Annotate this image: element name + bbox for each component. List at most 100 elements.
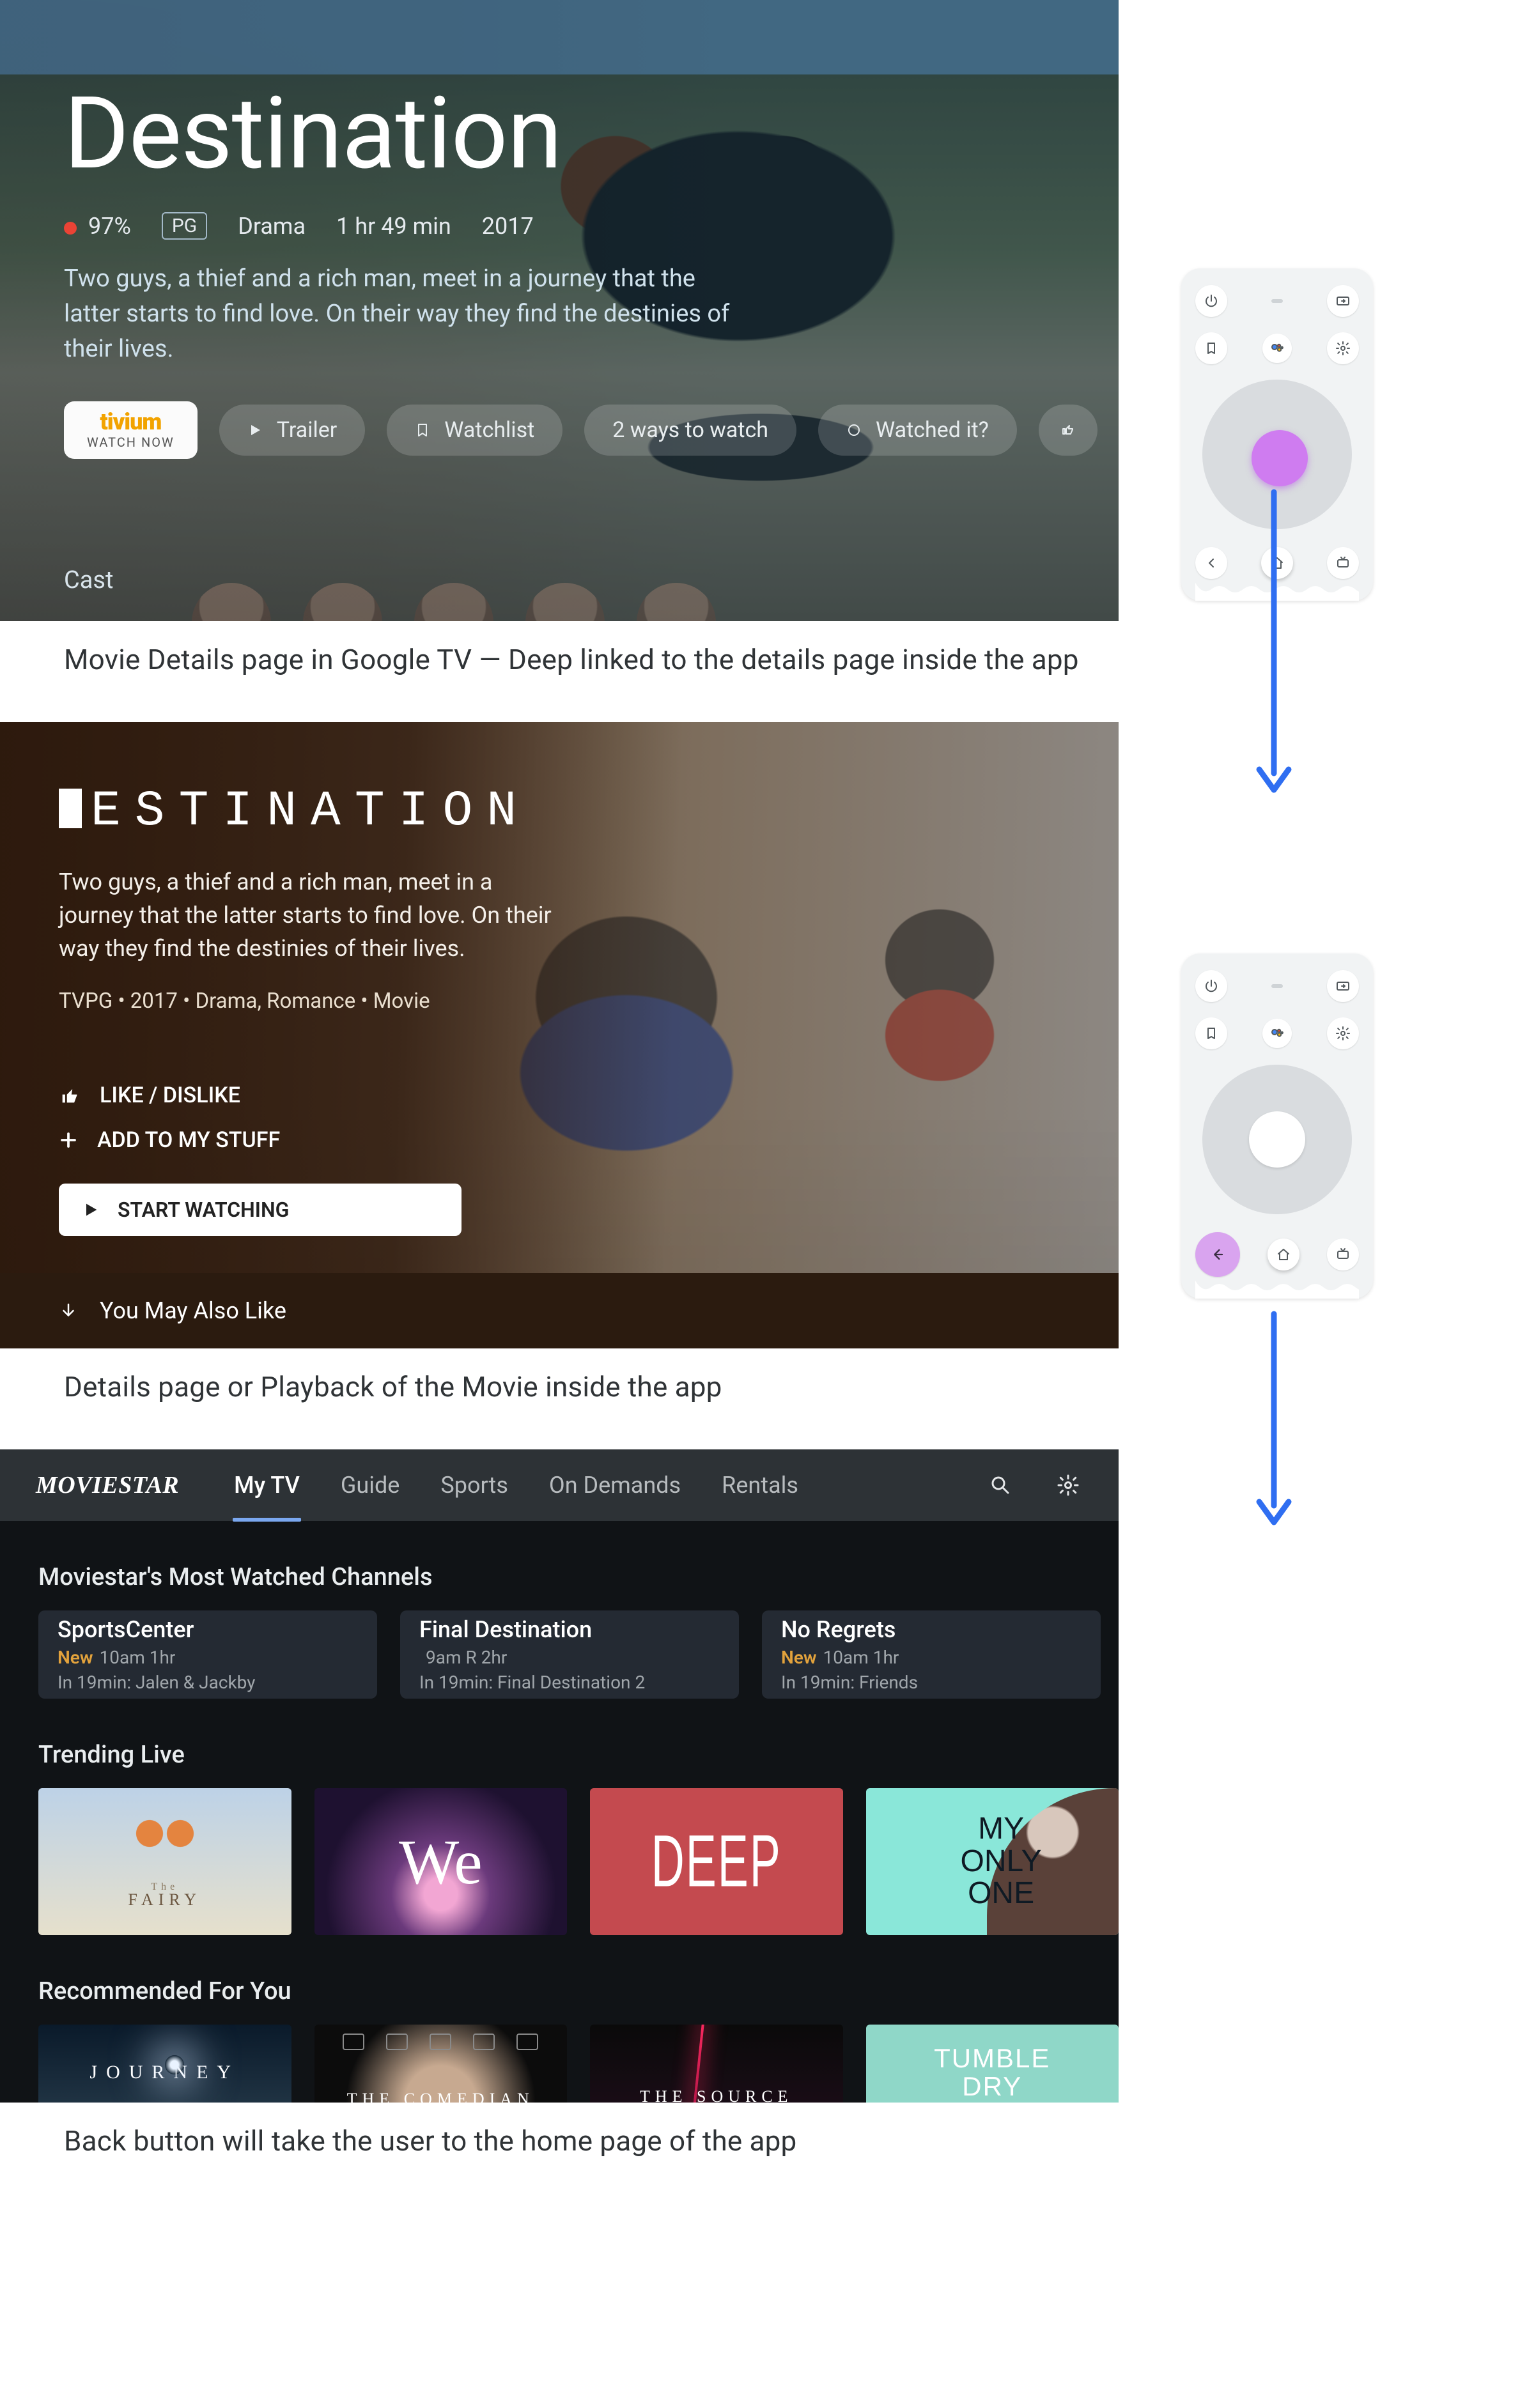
in-app-details-panel: ESTINATION Two guys, a thief and a rich … xyxy=(0,722,1119,1348)
dpad-center-button[interactable] xyxy=(1252,430,1308,486)
play-icon xyxy=(82,1201,100,1219)
power-button[interactable] xyxy=(1195,285,1227,317)
bookmark-button[interactable] xyxy=(1195,1017,1227,1049)
show-tile[interactable]: JOURNEY xyxy=(38,2025,291,2103)
avatar[interactable] xyxy=(414,583,493,621)
show-tile[interactable]: THE SOURCE xyxy=(590,2025,843,2103)
rating-strip xyxy=(314,2034,568,2050)
channel-card[interactable]: SportsCenter New10am 1hr In 19min: Jalen… xyxy=(38,1610,377,1699)
section-heading-most-watched: Moviestar's Most Watched Channels xyxy=(0,1521,1119,1610)
thumbs-icon xyxy=(1060,422,1076,438)
watched-label: Watched it? xyxy=(876,417,989,443)
card-line1: New10am 1hr xyxy=(58,1647,358,1668)
audience-score: 97% xyxy=(64,213,131,240)
dpad-center-button[interactable] xyxy=(1249,1111,1305,1168)
card-line1: New10am 1hr xyxy=(781,1647,1082,1668)
card-title: SportsCenter xyxy=(58,1616,358,1643)
power-button[interactable] xyxy=(1195,970,1227,1002)
movie-description: Two guys, a thief and a rich man, meet i… xyxy=(64,261,741,367)
avatar[interactable] xyxy=(303,583,382,621)
trailer-button[interactable]: Trailer xyxy=(219,405,365,456)
back-button[interactable] xyxy=(1195,1232,1240,1277)
you-may-also-like-section[interactable]: You May Also Like xyxy=(0,1273,1119,1348)
recommended-row: JOURNEY THE COMEDIAN THE SOURCE TUMBLE D… xyxy=(0,2025,1119,2103)
watched-it-button[interactable]: Watched it? xyxy=(818,405,1017,456)
tv-button[interactable] xyxy=(1327,1239,1359,1270)
watchlist-label: Watchlist xyxy=(444,417,534,443)
card-line2: In 19min: Final Destination 2 xyxy=(419,1672,720,1693)
thumbs-up-icon xyxy=(59,1084,81,1106)
show-tile[interactable]: We xyxy=(314,1788,568,1935)
start-label: START WATCHING xyxy=(118,1198,289,1222)
card-title: Final Destination xyxy=(419,1616,720,1643)
app-brand: MOVIESTAR xyxy=(36,1471,179,1499)
start-watching-button[interactable]: START WATCHING xyxy=(59,1184,461,1236)
action-row: tivium WATCH NOW Trailer Watchlist 2 way… xyxy=(64,401,1119,459)
show-tile[interactable]: THE COMEDIAN xyxy=(314,2025,568,2103)
tab-sports[interactable]: Sports xyxy=(439,1472,509,1499)
settings-button[interactable] xyxy=(1327,332,1359,364)
show-tile[interactable]: TUMBLE DRY xyxy=(866,2025,1119,2103)
section-heading-trending: Trending Live xyxy=(0,1699,1119,1788)
avatar[interactable] xyxy=(525,583,605,621)
settings-button[interactable] xyxy=(1327,1017,1359,1049)
show-tile[interactable]: DEEP xyxy=(590,1788,843,1935)
ways-label: 2 ways to watch xyxy=(612,417,768,443)
mic-indicator xyxy=(1271,984,1283,988)
channel-cards: SportsCenter New10am 1hr In 19min: Jalen… xyxy=(0,1610,1119,1699)
gear-icon xyxy=(1057,1474,1080,1497)
avatar[interactable] xyxy=(192,583,271,621)
card-title: No Regrets xyxy=(781,1616,1082,1643)
watchlist-button[interactable]: Watchlist xyxy=(387,405,562,456)
top-nav: MOVIESTAR My TV Guide Sports On Demands … xyxy=(0,1449,1119,1521)
card-line2: In 19min: Friends xyxy=(781,1672,1082,1693)
tv-button[interactable] xyxy=(1327,547,1359,579)
remote-edge xyxy=(1195,1281,1359,1299)
section-heading-recommended: Recommended For You xyxy=(0,1935,1119,2025)
movie-title: ESTINATION xyxy=(59,783,1119,840)
more-actions-button[interactable] xyxy=(1039,405,1097,456)
home-button[interactable] xyxy=(1268,1239,1299,1270)
tab-on-demands[interactable]: On Demands xyxy=(548,1472,682,1499)
tab-rentals[interactable]: Rentals xyxy=(720,1472,800,1499)
avatar[interactable] xyxy=(637,583,716,621)
ymal-label: You May Also Like xyxy=(100,1297,286,1324)
back-button[interactable] xyxy=(1195,547,1227,579)
caption-3: Back button will take the user to the ho… xyxy=(0,2103,1520,2203)
channel-card[interactable]: No Regrets New10am 1hr In 19min: Friends xyxy=(762,1610,1101,1699)
bookmark-icon xyxy=(415,422,430,438)
settings-button[interactable] xyxy=(1053,1470,1083,1500)
show-tile[interactable]: TheFAIRY xyxy=(38,1788,291,1935)
tab-guide[interactable]: Guide xyxy=(339,1472,401,1499)
app-home-panel: MOVIESTAR My TV Guide Sports On Demands … xyxy=(0,1449,1119,2103)
cast-section-label[interactable]: Cast xyxy=(64,566,113,594)
cast-avatars xyxy=(192,583,716,621)
tab-my-tv[interactable]: My TV xyxy=(233,1472,301,1499)
movie-meta: 97% PG Drama 1 hr 49 min 2017 xyxy=(64,212,1119,240)
channel-card[interactable]: Final Destination 9am R 2hr In 19min: Fi… xyxy=(400,1610,739,1699)
remote-control xyxy=(1181,953,1373,1299)
bookmark-button[interactable] xyxy=(1195,332,1227,364)
input-button[interactable] xyxy=(1327,970,1359,1002)
assistant-button[interactable] xyxy=(1262,334,1292,363)
trailer-label: Trailer xyxy=(277,417,337,443)
input-button[interactable] xyxy=(1327,285,1359,317)
watch-now-button[interactable]: tivium WATCH NOW xyxy=(64,401,198,459)
like-dislike-button[interactable]: LIKE / DISLIKE xyxy=(59,1083,461,1108)
card-line2: In 19min: Jalen & Jackby xyxy=(58,1672,358,1693)
plus-icon xyxy=(59,1131,78,1150)
add-label: ADD TO MY STUFF xyxy=(97,1127,280,1153)
dpad[interactable] xyxy=(1202,1065,1352,1214)
movie-meta: TVPG • 2017 • Drama, Romance • Movie xyxy=(59,989,1119,1014)
assistant-button[interactable] xyxy=(1262,1019,1292,1048)
play-icon xyxy=(247,422,263,438)
year: 2017 xyxy=(482,213,534,240)
search-button[interactable] xyxy=(986,1470,1015,1500)
show-tile[interactable]: MY ONLY ONE xyxy=(866,1788,1119,1935)
ways-to-watch-button[interactable]: 2 ways to watch xyxy=(584,405,796,456)
like-label: LIKE / DISLIKE xyxy=(100,1083,240,1108)
trending-row: TheFAIRY We DEEP MY ONLY ONE xyxy=(0,1788,1119,1935)
google-tv-details-panel: Destination 97% PG Drama 1 hr 49 min 201… xyxy=(0,0,1119,621)
movie-title: Destination xyxy=(64,84,1119,184)
add-to-my-stuff-button[interactable]: ADD TO MY STUFF xyxy=(59,1127,461,1153)
